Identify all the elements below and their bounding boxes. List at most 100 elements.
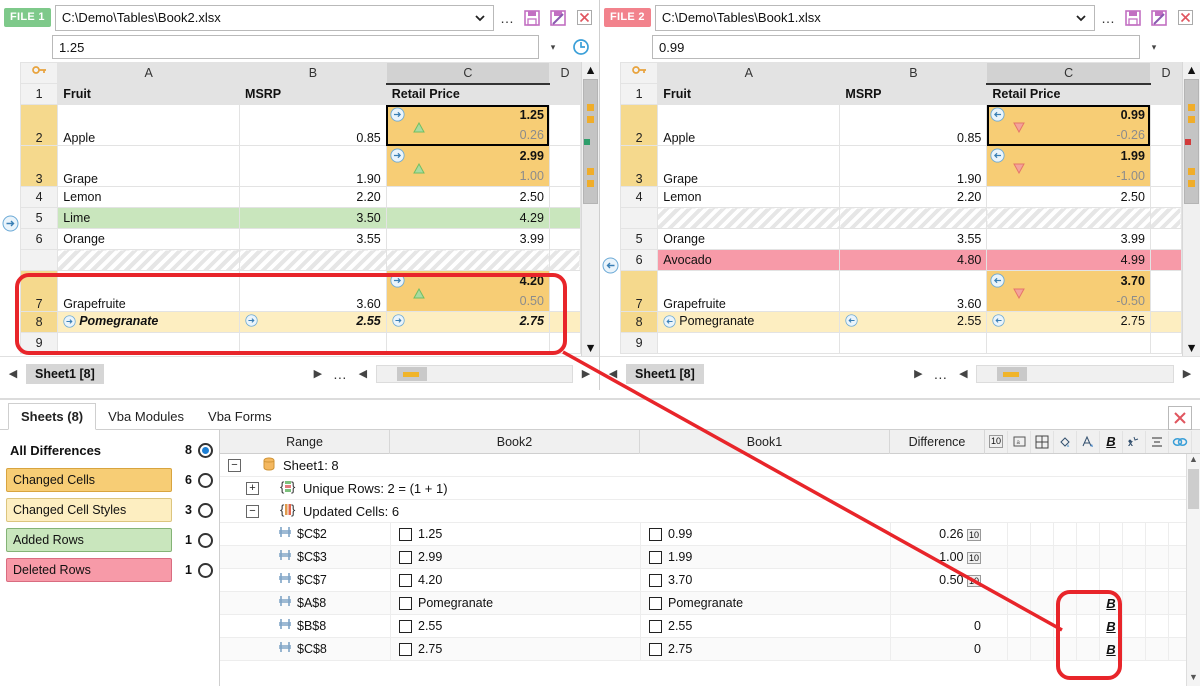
flag-font-color[interactable] [1077,522,1100,546]
cell-range[interactable]: $C$7 [220,569,390,592]
cell-book1[interactable]: 1.99 [640,545,890,569]
flag-font-color[interactable] [1077,591,1100,615]
flag-text[interactable] [1008,545,1031,569]
flag-number-format[interactable] [985,591,1008,615]
cell[interactable] [239,332,387,354]
diff-marker[interactable] [1188,104,1195,111]
sheet-tab-sheet1[interactable]: Sheet1 [8] [26,363,104,384]
file2-formula-expand-icon[interactable]: ▾ [1144,42,1164,53]
changed-cell[interactable]: 0.99 -0.26 [986,104,1151,146]
cell-book1[interactable]: Pomegranate [640,591,890,615]
flag-alignment[interactable] [1146,637,1169,661]
cell-range[interactable]: $C$8 [220,638,390,661]
changed-cell[interactable]: 1.99 -1.00 [986,145,1151,187]
cell[interactable] [57,332,241,354]
cell[interactable] [1149,145,1182,187]
cell[interactable]: 4.99 [986,249,1151,271]
expand-icon[interactable]: + [246,481,259,495]
row-header[interactable]: 1 [620,83,659,105]
copy-cell-to-right-button[interactable] [392,314,405,330]
select-checkbox[interactable] [649,573,662,587]
table-row[interactable]: 8 Pomegranate 2.55 2.75 [20,311,581,333]
row-header[interactable]: 9 [20,332,59,354]
cell[interactable]: Retail Price [986,83,1151,105]
cell[interactable]: Grapefruite [57,270,241,312]
file2-save-button[interactable] [1122,7,1144,29]
cell-book1[interactable]: 3.70 [640,568,890,592]
cell[interactable] [1149,249,1182,271]
file1-more-button[interactable]: … [498,10,517,26]
flag-bold[interactable] [1100,545,1123,569]
flag-text[interactable] [1008,568,1031,592]
cell[interactable] [548,83,581,105]
table-row[interactable]: $A$8 Pomegranate Pomegranate B [220,591,1200,615]
cell[interactable]: 2.55 [239,311,387,333]
cell[interactable]: 0.85 [239,104,387,146]
cell[interactable] [548,228,581,250]
hscroll-left-icon[interactable]: ◀ [956,367,970,380]
cell-book2[interactable]: 4.20 [390,568,640,592]
node-content[interactable]: + {} Unique Rows: 2 = (1 + 1) [220,477,448,500]
row-header[interactable]: 3 [20,145,59,187]
cell[interactable] [1149,332,1182,354]
flag-bold[interactable] [1100,568,1123,592]
changed-cell[interactable]: 4.20 0.50 [385,270,550,312]
cell[interactable]: Retail Price [385,83,550,105]
flag-alignment[interactable] [1146,614,1169,638]
table-row[interactable]: 8 Pomegranate 2.55 2.75 [620,311,1182,333]
file1-save-button[interactable] [521,7,543,29]
file1-col-c[interactable]: C [385,62,550,85]
file1-close-button[interactable] [573,7,595,29]
select-checkbox[interactable] [649,596,662,610]
collapse-icon[interactable]: − [228,458,241,472]
filter-changed-cell-styles[interactable]: Changed Cell Styles 3 [6,498,213,522]
cell[interactable]: 1.90 [239,145,387,187]
select-checkbox[interactable] [399,619,412,633]
table-row[interactable]: 1 Fruit MSRP Retail Price [20,83,581,105]
filter-deleted-rows[interactable]: Deleted Rows 1 [6,558,213,582]
cell[interactable]: 2.20 [239,186,387,208]
cell[interactable]: MSRP [839,83,988,105]
filter-added-rows[interactable]: Added Rows 1 [6,528,213,552]
cell[interactable]: Apple [657,104,841,146]
row-header[interactable]: 8 [20,311,59,333]
changed-cell[interactable]: 1.25 0.26 [385,104,550,146]
alignment-icon[interactable] [1146,430,1169,453]
file1-path-input[interactable]: C:\Demo\Tables\Book2.xlsx [54,4,494,31]
flag-text[interactable] [1008,522,1031,546]
cell-book2[interactable]: Pomegranate [390,591,640,615]
font-color-icon[interactable] [1077,430,1100,453]
cell[interactable]: 2.75 [986,311,1151,333]
row-header[interactable]: 5 [20,207,59,229]
row-header[interactable]: 2 [620,104,659,146]
row-header[interactable]: 5 [620,228,659,250]
cell[interactable] [1149,83,1182,105]
cell-book2[interactable]: 2.99 [390,545,640,569]
file2-save-as-button[interactable] [1148,7,1170,29]
flag-effects[interactable] [1123,591,1146,615]
sheet-next-icon[interactable]: ▶ [311,367,325,380]
flag-number-format[interactable] [985,522,1008,546]
hscroll-right-icon[interactable]: ▶ [1180,367,1194,380]
changed-cell[interactable]: 2.99 1.00 [385,145,550,187]
tab-vba-forms[interactable]: Vba Forms [196,404,284,429]
diff-marker[interactable] [1188,180,1195,187]
cell[interactable] [548,311,581,333]
node-content[interactable]: − {} Updated Cells: 6 [220,500,399,523]
diff-marker[interactable] [1188,116,1195,123]
row-header[interactable]: 6 [20,228,59,250]
flag-fill[interactable] [1054,637,1077,661]
cell[interactable]: Grape [657,145,841,187]
cell[interactable] [548,270,581,312]
table-row[interactable]: 6 Orange 3.55 3.99 [20,228,581,250]
row-header[interactable]: 9 [620,332,659,354]
copy-cell-to-right-button[interactable] [390,107,405,125]
close-panel-button[interactable] [1168,406,1192,430]
table-row[interactable]: 2 Apple 0.85 0.99 -0.26 [620,104,1182,146]
copy-cell-to-left-button[interactable] [990,148,1005,166]
flag-number-format[interactable] [985,545,1008,569]
flag-borders[interactable] [1031,614,1054,638]
diff-marker[interactable] [587,104,594,111]
diff-marker[interactable] [1188,168,1195,175]
file1-horizontal-scrollbar[interactable] [375,364,573,383]
